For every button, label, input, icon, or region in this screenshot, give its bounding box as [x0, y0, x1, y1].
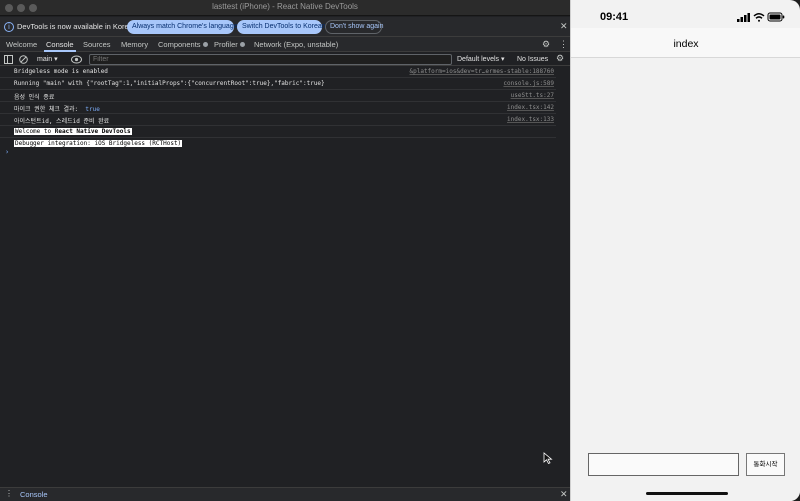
- navigation-bar: index: [571, 28, 800, 58]
- wifi-icon: [753, 13, 765, 22]
- chevron-down-icon: ▾: [500, 56, 505, 63]
- status-icons: [737, 12, 785, 22]
- chevron-down-icon: ▾: [54, 56, 58, 63]
- gear-icon[interactable]: ⚙: [542, 39, 550, 50]
- mouse-cursor-icon: [543, 452, 553, 464]
- extension-icon: [202, 42, 208, 47]
- tab-memory[interactable]: Memory: [121, 37, 148, 52]
- status-time: 09:41: [600, 11, 629, 23]
- console-prompt[interactable]: ›: [5, 148, 9, 156]
- dont-show-again-button[interactable]: Don't show again: [325, 20, 383, 34]
- filter-input[interactable]: [89, 54, 452, 65]
- console-row: 음성 인식 종료 useStt.ts:27: [0, 91, 556, 102]
- devtools-window: lasttest (iPhone) - React Native DevTool…: [0, 0, 570, 501]
- clear-console-icon[interactable]: [19, 55, 28, 64]
- console-message: Running "main" with {"rootTag":1,"initia…: [14, 80, 325, 87]
- console-row: Running "main" with {"rootTag":1,"initia…: [0, 79, 556, 90]
- tab-profiler-label: Profiler: [214, 40, 238, 49]
- tab-components-label: Components: [158, 40, 201, 49]
- source-link[interactable]: &platform=ios&dev=tr…ermes-stable:188760: [410, 68, 555, 75]
- log-levels-select[interactable]: Default levels ▾: [457, 54, 505, 65]
- window-title: lasttest (iPhone) - React Native DevTool…: [212, 2, 358, 11]
- phone-simulator: 09:41 index 통화시작: [570, 0, 800, 501]
- console-output: Bridgeless mode is enabled &platform=ios…: [0, 67, 570, 485]
- welcome-prefix: Welcome to: [15, 128, 55, 135]
- tab-profiler[interactable]: Profiler: [214, 37, 245, 52]
- screen-content: [571, 58, 800, 501]
- tab-network[interactable]: Network (Expo, unstable): [254, 37, 338, 52]
- debugger-text: Debugger integration: iOS Bridgeless (RC…: [14, 140, 183, 147]
- close-icon[interactable]: ✕: [560, 21, 568, 32]
- tab-sources[interactable]: Sources: [83, 37, 111, 52]
- source-link[interactable]: console.js:589: [503, 80, 554, 87]
- signal-icon: [737, 13, 750, 22]
- drawer-menu-icon[interactable]: ⋮: [5, 489, 13, 498]
- welcome-product: React Native DevTools: [54, 128, 131, 135]
- extension-icon: [239, 42, 245, 47]
- eye-icon[interactable]: [71, 55, 82, 64]
- panel-tabs: Welcome Console Sources Memory Component…: [0, 37, 570, 52]
- console-row: 아이스턴트id, 스레드id 준비 완료 index.tsx:133: [0, 115, 556, 126]
- console-message: Bridgeless mode is enabled: [14, 68, 108, 75]
- console-row-debugger: Debugger integration: iOS Bridgeless (RC…: [0, 139, 556, 150]
- language-infobar: i DevTools is now available in Korean! A…: [0, 17, 570, 37]
- console-row: Bridgeless mode is enabled &platform=ios…: [0, 67, 556, 78]
- console-settings-gear-icon[interactable]: ⚙: [556, 53, 564, 64]
- tab-console[interactable]: Console: [44, 37, 76, 52]
- welcome-message: Welcome to React Native DevTools: [14, 128, 132, 135]
- start-call-button[interactable]: 통화시작: [746, 453, 785, 476]
- info-icon: i: [4, 22, 14, 32]
- console-message: 음성 인식 종료: [14, 94, 55, 101]
- bottom-drawer: ⋮ Console ✕: [0, 487, 570, 501]
- switch-language-button[interactable]: Switch DevTools to Korean: [237, 20, 326, 34]
- battery-icon: [767, 12, 785, 22]
- console-value: true: [85, 106, 100, 113]
- issues-counter[interactable]: No Issues: [517, 54, 548, 65]
- title-bar: lasttest (iPhone) - React Native DevTool…: [0, 0, 570, 16]
- tab-welcome[interactable]: Welcome: [6, 37, 37, 52]
- console-toolbar: main ▾ Default levels ▾ No Issues ⚙: [0, 53, 570, 66]
- console-message: 아이스턴트id, 스레드id 준비 완료: [14, 118, 110, 125]
- tab-components[interactable]: Components: [158, 37, 208, 52]
- drawer-tab-console[interactable]: Console: [20, 490, 48, 499]
- close-drawer-icon[interactable]: ✕: [560, 489, 568, 500]
- source-link[interactable]: index.tsx:142: [507, 104, 554, 111]
- source-link[interactable]: index.tsx:133: [507, 116, 554, 123]
- message-input[interactable]: [588, 453, 739, 476]
- context-select[interactable]: main ▾: [34, 54, 58, 65]
- screen-title: index: [673, 38, 699, 50]
- home-indicator[interactable]: [646, 492, 728, 495]
- infobar-message: DevTools is now available in Korean!: [17, 22, 140, 31]
- match-language-button[interactable]: Always match Chrome's language: [127, 20, 238, 34]
- debugger-message: Debugger integration: iOS Bridgeless (RC…: [14, 140, 183, 147]
- console-message: 마이크 권한 체크 결과: true: [14, 104, 100, 113]
- context-select-value: main: [37, 56, 53, 63]
- more-options-icon[interactable]: ⋮: [559, 39, 568, 50]
- source-link[interactable]: useStt.ts:27: [511, 92, 554, 99]
- console-row: 마이크 권한 체크 결과: true index.tsx:142: [0, 103, 556, 114]
- log-levels-value: Default levels: [457, 56, 500, 63]
- console-row-welcome: Welcome to React Native DevTools: [0, 127, 556, 138]
- sidebar-toggle-icon[interactable]: [4, 55, 13, 64]
- console-message-text: 마이크 권한 체크 결과:: [14, 106, 79, 113]
